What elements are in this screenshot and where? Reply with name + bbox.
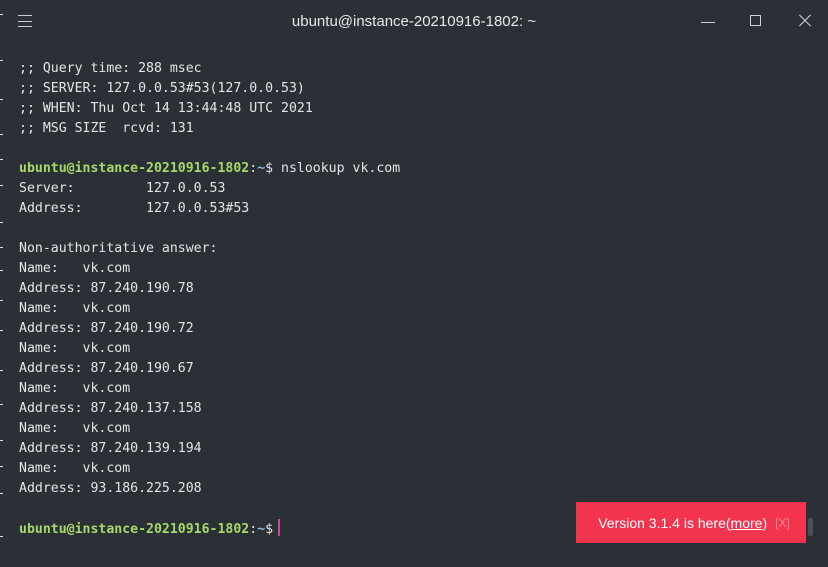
dismiss-button[interactable]: [X] <box>775 516 790 530</box>
left-edge-marks <box>0 0 3 567</box>
address-line: Address: 127.0.0.53#53 <box>19 201 250 216</box>
maximize-icon[interactable] <box>746 10 766 32</box>
prompt-user: ubuntu@instance-20210916-1802 <box>19 161 250 176</box>
dig-footer-line: ;; Query time: 288 msec <box>19 61 202 76</box>
prompt-separator: : <box>249 161 258 176</box>
prompt-path: ~ <box>257 161 266 176</box>
dig-footer-line: ;; WHEN: Thu Oct 14 13:44:48 UTC 2021 <box>19 101 313 116</box>
prompt-separator: : <box>249 522 258 537</box>
dig-footer-line: ;; MSG SIZE rcvd: 131 <box>19 121 194 136</box>
answer-name: Name: vk.com <box>19 381 131 396</box>
answer-address: Address: 87.240.190.72 <box>19 321 194 336</box>
command-line: ubuntu@instance-20210916-1802:~$ nslooku… <box>19 159 808 179</box>
answer-address: Address: 87.240.190.67 <box>19 361 194 376</box>
dig-footer-line: ;; SERVER: 127.0.0.53#53(127.0.0.53) <box>19 81 305 96</box>
nonauth-line: Non-authoritative answer: <box>19 241 218 256</box>
paren-close: ) <box>762 514 768 531</box>
update-text: Version 3.1.4 is here <box>598 514 726 531</box>
command-text: nslookup vk.com <box>273 161 401 176</box>
update-notification: Version 3.1.4 is here (more) [X] <box>576 502 806 543</box>
answer-address: Address: 87.240.139.194 <box>19 441 202 456</box>
title-bar: ubuntu@instance-20210916-1802: ~ <box>0 0 828 44</box>
minimize-icon[interactable] <box>698 10 718 32</box>
server-line: Server: 127.0.0.53 <box>19 181 226 196</box>
answer-address: Address: 93.186.225.208 <box>19 481 202 496</box>
answer-name: Name: vk.com <box>19 261 131 276</box>
scrollbar-thumb[interactable] <box>808 518 813 536</box>
answer-address: Address: 87.240.190.78 <box>19 281 194 296</box>
answer-name: Name: vk.com <box>19 461 131 476</box>
answer-name: Name: vk.com <box>19 341 131 356</box>
answer-name: Name: vk.com <box>19 421 131 436</box>
prompt-symbol: $ <box>265 161 274 176</box>
prompt-symbol: $ <box>265 522 274 537</box>
more-link[interactable]: more <box>731 515 763 531</box>
terminal-output[interactable]: ;; Query time: 288 msec ;; SERVER: 127.0… <box>19 59 808 539</box>
prompt-user: ubuntu@instance-20210916-1802 <box>19 522 250 537</box>
answer-name: Name: vk.com <box>19 301 131 316</box>
text-cursor <box>278 519 281 536</box>
prompt-path: ~ <box>257 522 266 537</box>
answer-address: Address: 87.240.137.158 <box>19 401 202 416</box>
close-icon[interactable] <box>795 10 815 32</box>
